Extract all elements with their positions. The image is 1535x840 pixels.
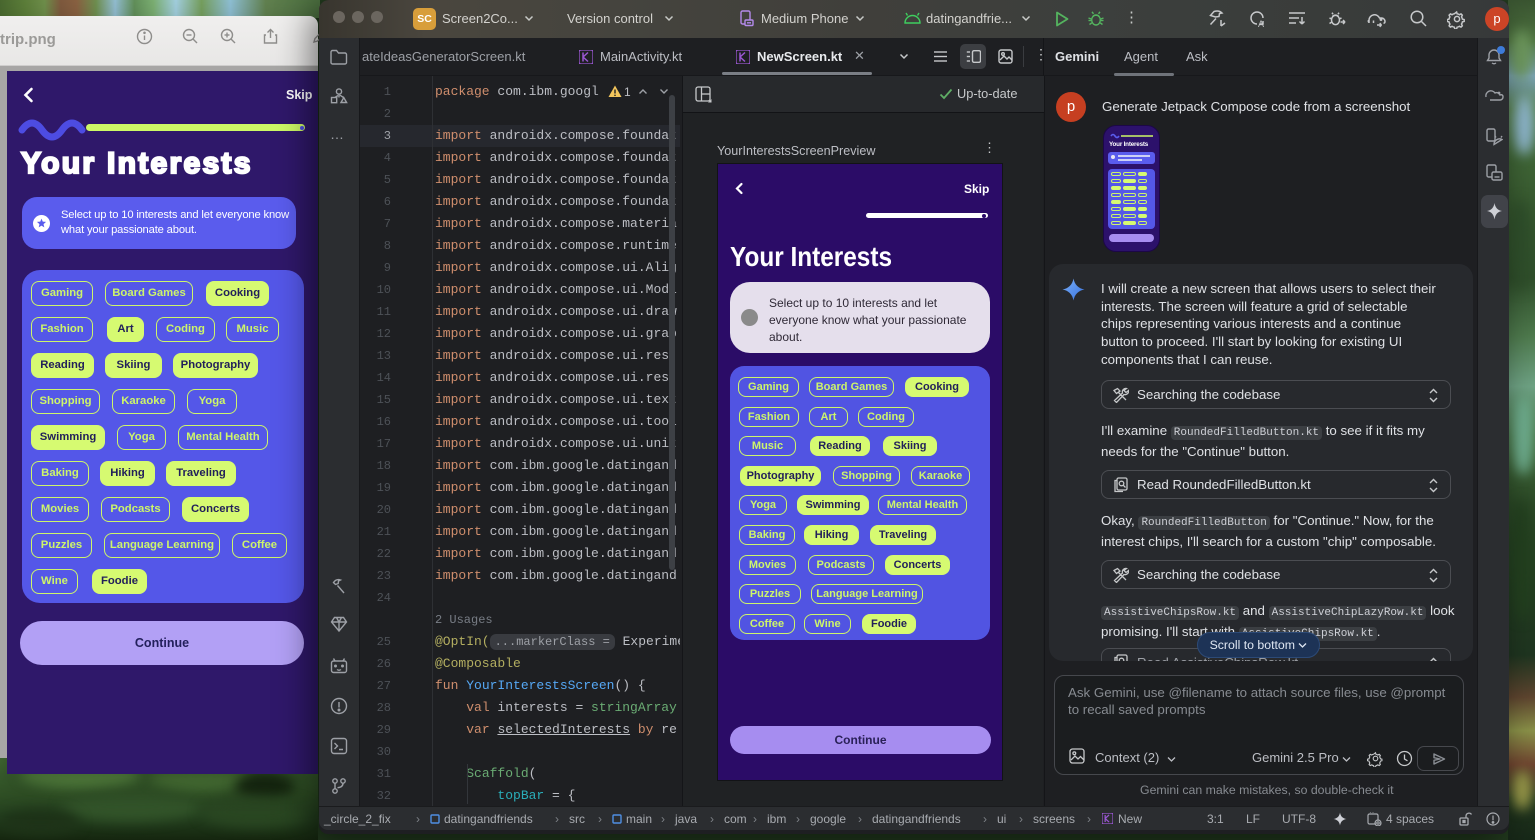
- svg-text:A: A: [1258, 19, 1264, 29]
